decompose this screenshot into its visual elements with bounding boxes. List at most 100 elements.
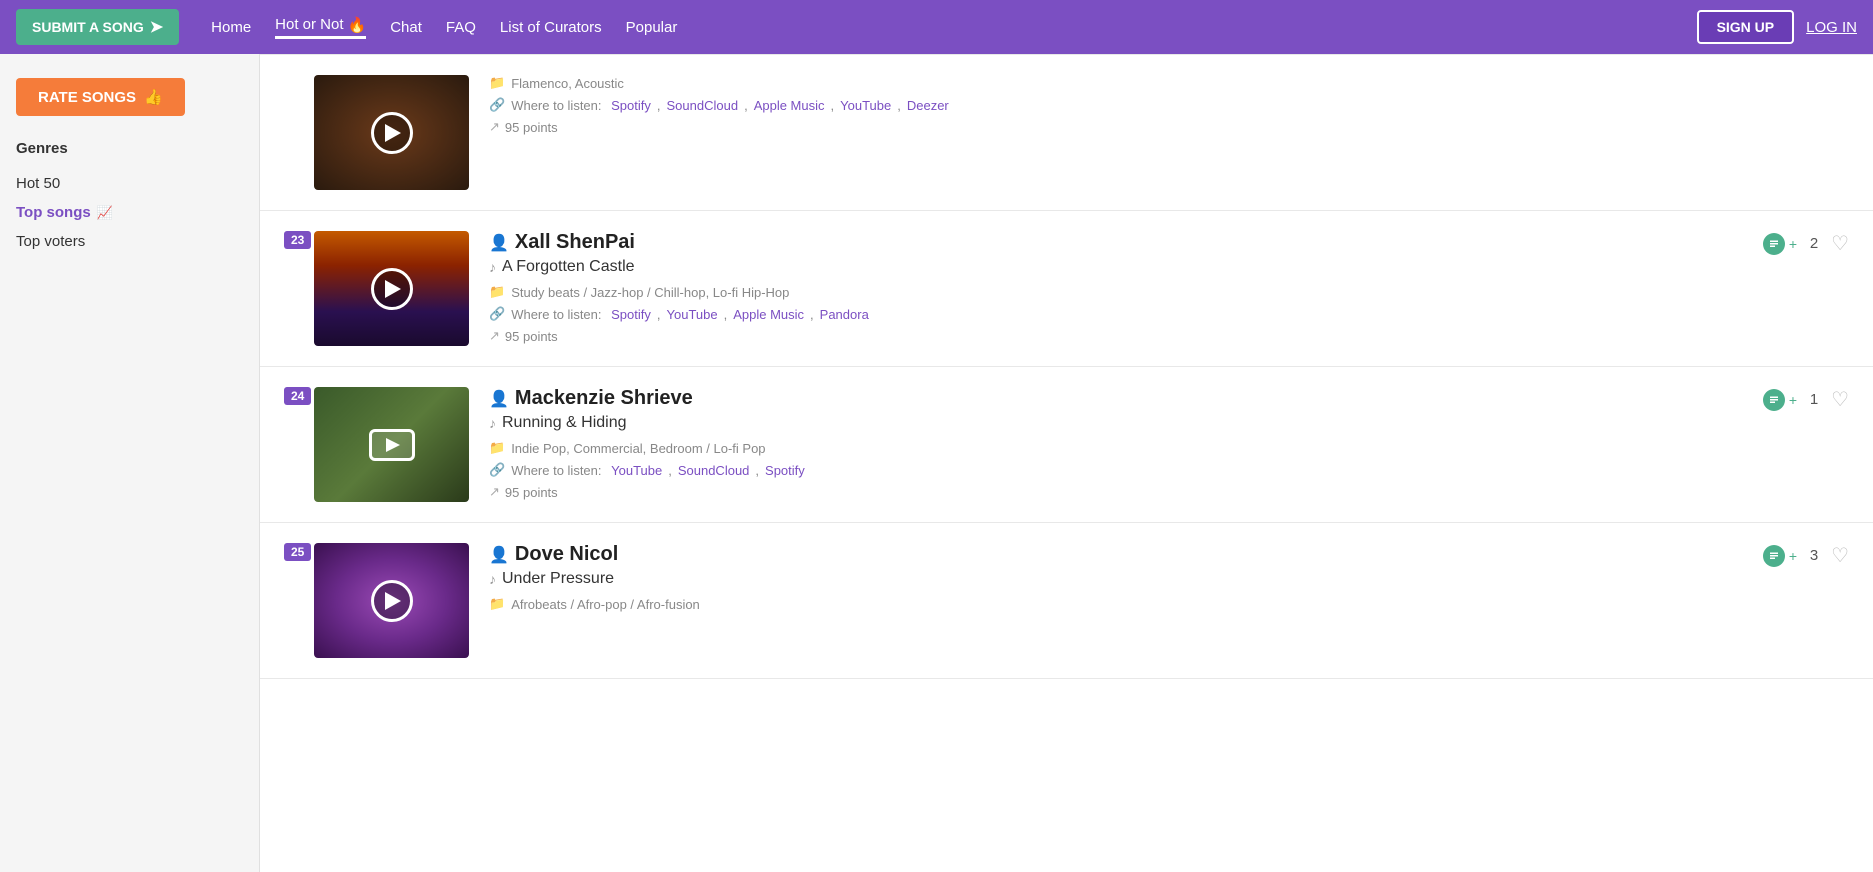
play-button[interactable] xyxy=(369,429,415,461)
song-listen-links: 🔗 Where to listen: Spotify, YouTube, App… xyxy=(489,306,1747,322)
link-icon: 🔗 xyxy=(489,97,505,113)
nav-hot-or-not[interactable]: Hot or Not 🔥 xyxy=(275,16,366,39)
listen-deezer[interactable]: Deezer xyxy=(907,98,949,113)
song-details: 👤 Mackenzie Shrieve ♪ Running & Hiding 📁… xyxy=(489,387,1747,500)
song-points: ↗ 95 points xyxy=(489,119,1849,135)
rate-songs-button[interactable]: RATE SONGS 👍 xyxy=(16,78,185,116)
song-rank: 24 xyxy=(284,387,311,405)
heart-icon[interactable]: ♡ xyxy=(1831,543,1849,568)
song-genres: 📁 Indie Pop, Commercial, Bedroom / Lo-fi… xyxy=(489,440,1747,456)
song-actions: + 2 ♡ xyxy=(1763,231,1849,256)
song-actions: + 3 ♡ xyxy=(1763,543,1849,568)
trending-up-icon: ↗ xyxy=(489,484,500,500)
song-artist: 👤 Mackenzie Shrieve xyxy=(489,387,1747,410)
vote-count: 2 xyxy=(1807,235,1821,252)
music-icon: ♪ xyxy=(489,259,496,275)
song-artist: 👤 Xall ShenPai xyxy=(489,231,1747,254)
play-triangle-icon xyxy=(385,592,401,610)
song-thumbnail[interactable] xyxy=(314,387,469,502)
arrow-right-icon: ➤ xyxy=(150,17,163,37)
song-listen-links: 🔗 Where to listen: YouTube, SoundCloud, … xyxy=(489,462,1747,478)
heart-icon[interactable]: ♡ xyxy=(1831,231,1849,256)
nav-home[interactable]: Home xyxy=(211,19,251,36)
sidebar-hot50[interactable]: Hot 50 xyxy=(16,169,243,198)
sidebar: RATE SONGS 👍 Genres Hot 50 Top songs 📈 T… xyxy=(0,54,260,872)
song-thumbnail[interactable] xyxy=(314,75,469,190)
signup-button[interactable]: SIGN UP xyxy=(1697,10,1795,44)
song-artist: 👤 Dove Nicol xyxy=(489,543,1747,566)
folder-icon: 📁 xyxy=(489,75,505,91)
add-to-playlist-button[interactable]: + xyxy=(1763,389,1797,411)
person-icon: 👤 xyxy=(489,545,509,565)
play-button[interactable] xyxy=(371,580,413,622)
listen-spotify[interactable]: Spotify xyxy=(611,98,651,113)
song-details: 👤 Xall ShenPai ♪ A Forgotten Castle 📁 St… xyxy=(489,231,1747,344)
navbar: SUBMIT A SONG ➤ Home Hot or Not 🔥 Chat F… xyxy=(0,0,1873,54)
add-to-playlist-button[interactable]: + xyxy=(1763,545,1797,567)
folder-icon: 📁 xyxy=(489,284,505,300)
trending-icon: 📈 xyxy=(97,205,113,221)
song-thumbnail[interactable] xyxy=(314,543,469,658)
listen-apple-music[interactable]: Apple Music xyxy=(754,98,825,113)
play-button[interactable] xyxy=(371,268,413,310)
add-to-playlist-button[interactable]: + xyxy=(1763,233,1797,255)
listen-soundcloud[interactable]: SoundCloud xyxy=(678,463,750,478)
playlist-icon xyxy=(1763,389,1785,411)
genres-heading: Genres xyxy=(16,140,243,157)
trending-up-icon: ↗ xyxy=(489,119,500,135)
song-item: 23 👤 Xall ShenPai ♪ A Forgotten Castle 📁 xyxy=(260,211,1873,367)
plus-icon: + xyxy=(1789,548,1797,564)
link-icon: 🔗 xyxy=(489,462,505,478)
listen-apple-music[interactable]: Apple Music xyxy=(733,307,804,322)
sidebar-top-songs[interactable]: Top songs 📈 xyxy=(16,198,243,227)
fire-icon: 🔥 xyxy=(348,16,367,34)
listen-youtube[interactable]: YouTube xyxy=(840,98,891,113)
nav-right: SIGN UP LOG IN xyxy=(1697,10,1857,44)
nav-faq[interactable]: FAQ xyxy=(446,19,476,36)
heart-icon[interactable]: ♡ xyxy=(1831,387,1849,412)
song-details: 📁 Flamenco, Acoustic 🔗 Where to listen: … xyxy=(489,75,1849,135)
song-item: 📁 Flamenco, Acoustic 🔗 Where to listen: … xyxy=(260,54,1873,211)
login-link[interactable]: LOG IN xyxy=(1806,19,1857,36)
song-genres: 📁 Flamenco, Acoustic xyxy=(489,75,1849,91)
trending-up-icon: ↗ xyxy=(489,328,500,344)
music-icon: ♪ xyxy=(489,415,496,431)
listen-youtube[interactable]: YouTube xyxy=(611,463,662,478)
link-icon: 🔗 xyxy=(489,306,505,322)
folder-icon: 📁 xyxy=(489,596,505,612)
play-button[interactable] xyxy=(371,112,413,154)
thumbs-up-icon: 👍 xyxy=(144,88,163,106)
sidebar-top-voters[interactable]: Top voters xyxy=(16,227,243,256)
nav-links: Home Hot or Not 🔥 Chat FAQ List of Curat… xyxy=(211,16,1696,39)
listen-soundcloud[interactable]: SoundCloud xyxy=(667,98,739,113)
playlist-icon xyxy=(1763,233,1785,255)
song-details: 👤 Dove Nicol ♪ Under Pressure 📁 Afrobeat… xyxy=(489,543,1747,618)
song-thumbnail[interactable] xyxy=(314,231,469,346)
song-title: ♪ A Forgotten Castle xyxy=(489,258,1747,276)
page-layout: RATE SONGS 👍 Genres Hot 50 Top songs 📈 T… xyxy=(0,54,1873,872)
submit-song-button[interactable]: SUBMIT A SONG ➤ xyxy=(16,9,179,45)
nav-curators[interactable]: List of Curators xyxy=(500,19,602,36)
listen-spotify[interactable]: Spotify xyxy=(611,307,651,322)
vote-count: 1 xyxy=(1807,391,1821,408)
song-genres: 📁 Afrobeats / Afro-pop / Afro-fusion xyxy=(489,596,1747,612)
vote-count: 3 xyxy=(1807,547,1821,564)
listen-spotify[interactable]: Spotify xyxy=(765,463,805,478)
song-actions: + 1 ♡ xyxy=(1763,387,1849,412)
play-triangle-icon xyxy=(385,124,401,142)
plus-icon: + xyxy=(1789,392,1797,408)
song-listen-links: 🔗 Where to listen: Spotify, SoundCloud, … xyxy=(489,97,1849,113)
folder-icon: 📁 xyxy=(489,440,505,456)
song-title: ♪ Running & Hiding xyxy=(489,414,1747,432)
song-rank: 25 xyxy=(284,543,311,561)
song-points: ↗ 95 points xyxy=(489,328,1747,344)
play-triangle-icon xyxy=(386,438,400,452)
nav-popular[interactable]: Popular xyxy=(626,19,678,36)
play-triangle-icon xyxy=(385,280,401,298)
plus-icon: + xyxy=(1789,236,1797,252)
listen-youtube[interactable]: YouTube xyxy=(667,307,718,322)
music-icon: ♪ xyxy=(489,571,496,587)
nav-chat[interactable]: Chat xyxy=(390,19,422,36)
playlist-icon xyxy=(1763,545,1785,567)
listen-pandora[interactable]: Pandora xyxy=(820,307,869,322)
